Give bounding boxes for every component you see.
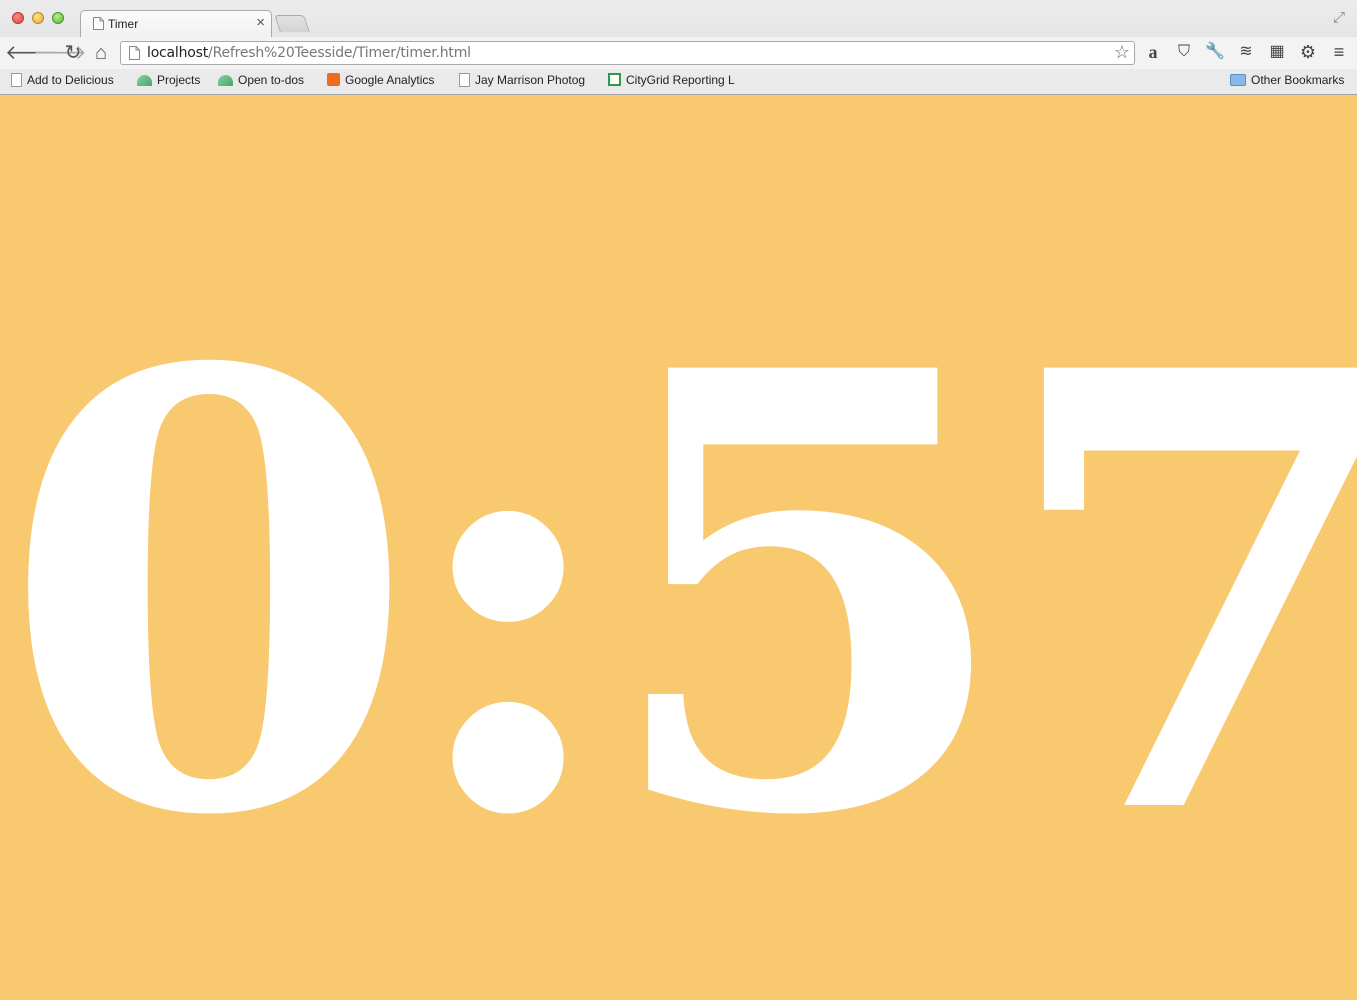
bookmark-other-bookmarks[interactable]: Other Bookmarks — [1230, 73, 1344, 91]
amazon-icon[interactable]: a — [1142, 41, 1164, 63]
back-arrow-icon[interactable]: 🡐 — [5, 41, 59, 65]
reload-icon[interactable]: ↻ — [61, 41, 85, 65]
page-icon — [93, 17, 104, 30]
wrench-icon[interactable]: 🔧 — [1204, 41, 1226, 63]
bookmark-google-analytics[interactable]: Google Analytics — [327, 73, 434, 91]
timer-display: 0:57 — [0, 242, 1357, 947]
mountain-icon — [218, 75, 233, 86]
toolbar: 🡐 🡒 ↻ ⌂ localhost/Refresh%20Teesside/Tim… — [0, 37, 1357, 69]
bookmark-add-to-delicious[interactable]: Add to Delicious — [11, 73, 114, 91]
delicious-icon[interactable]: ▦ — [1266, 41, 1288, 63]
zoom-window-button[interactable] — [52, 12, 64, 24]
spreadsheet-icon — [608, 73, 621, 86]
url-text: localhost/Refresh%20Teesside/Timer/timer… — [147, 45, 471, 61]
bookmark-open-to-dos[interactable]: Open to-dos — [218, 73, 304, 91]
tab-strip: Timer × ⤢ — [0, 0, 1357, 37]
close-window-button[interactable] — [12, 12, 24, 24]
url-host: localhost — [147, 45, 209, 61]
analytics-icon — [327, 73, 340, 86]
buffer-icon[interactable]: ≋ — [1235, 41, 1257, 63]
forward-arrow-icon[interactable]: 🡒 — [33, 41, 87, 65]
folder-icon — [1230, 74, 1246, 86]
pocket-icon[interactable]: ⛉ — [1173, 41, 1195, 63]
tab-timer[interactable]: Timer × — [80, 10, 272, 37]
browser-chrome: Timer × ⤢ 🡐 🡒 ↻ ⌂ localhost/Refresh%20Te… — [0, 0, 1357, 95]
tab-title: Timer — [108, 17, 139, 31]
page-icon — [11, 73, 22, 87]
bookmarks-bar: Add to Delicious Projects Open to-dos Go… — [0, 69, 1357, 94]
bookmark-jay-marrison[interactable]: Jay Marrison Photog — [459, 73, 587, 91]
close-tab-icon[interactable]: × — [256, 14, 265, 31]
new-tab-button[interactable] — [274, 15, 310, 32]
bookmark-projects[interactable]: Projects — [137, 73, 200, 91]
page-content: 0:57 — [0, 95, 1357, 1000]
gear-icon[interactable]: ⚙ — [1297, 41, 1319, 63]
address-bar[interactable]: localhost/Refresh%20Teesside/Timer/timer… — [120, 41, 1135, 65]
page-icon — [459, 73, 470, 87]
fullscreen-icon[interactable]: ⤢ — [1333, 9, 1345, 26]
minimize-window-button[interactable] — [32, 12, 44, 24]
bookmark-star-icon[interactable]: ☆ — [1114, 42, 1130, 63]
home-icon[interactable]: ⌂ — [89, 41, 113, 65]
bookmark-citygrid-reporting[interactable]: CityGrid Reporting L — [608, 73, 738, 91]
mountain-icon — [137, 75, 152, 86]
menu-icon[interactable]: ≡ — [1328, 41, 1350, 63]
page-icon — [129, 46, 140, 60]
url-path: /Refresh%20Teesside/Timer/timer.html — [208, 45, 471, 61]
